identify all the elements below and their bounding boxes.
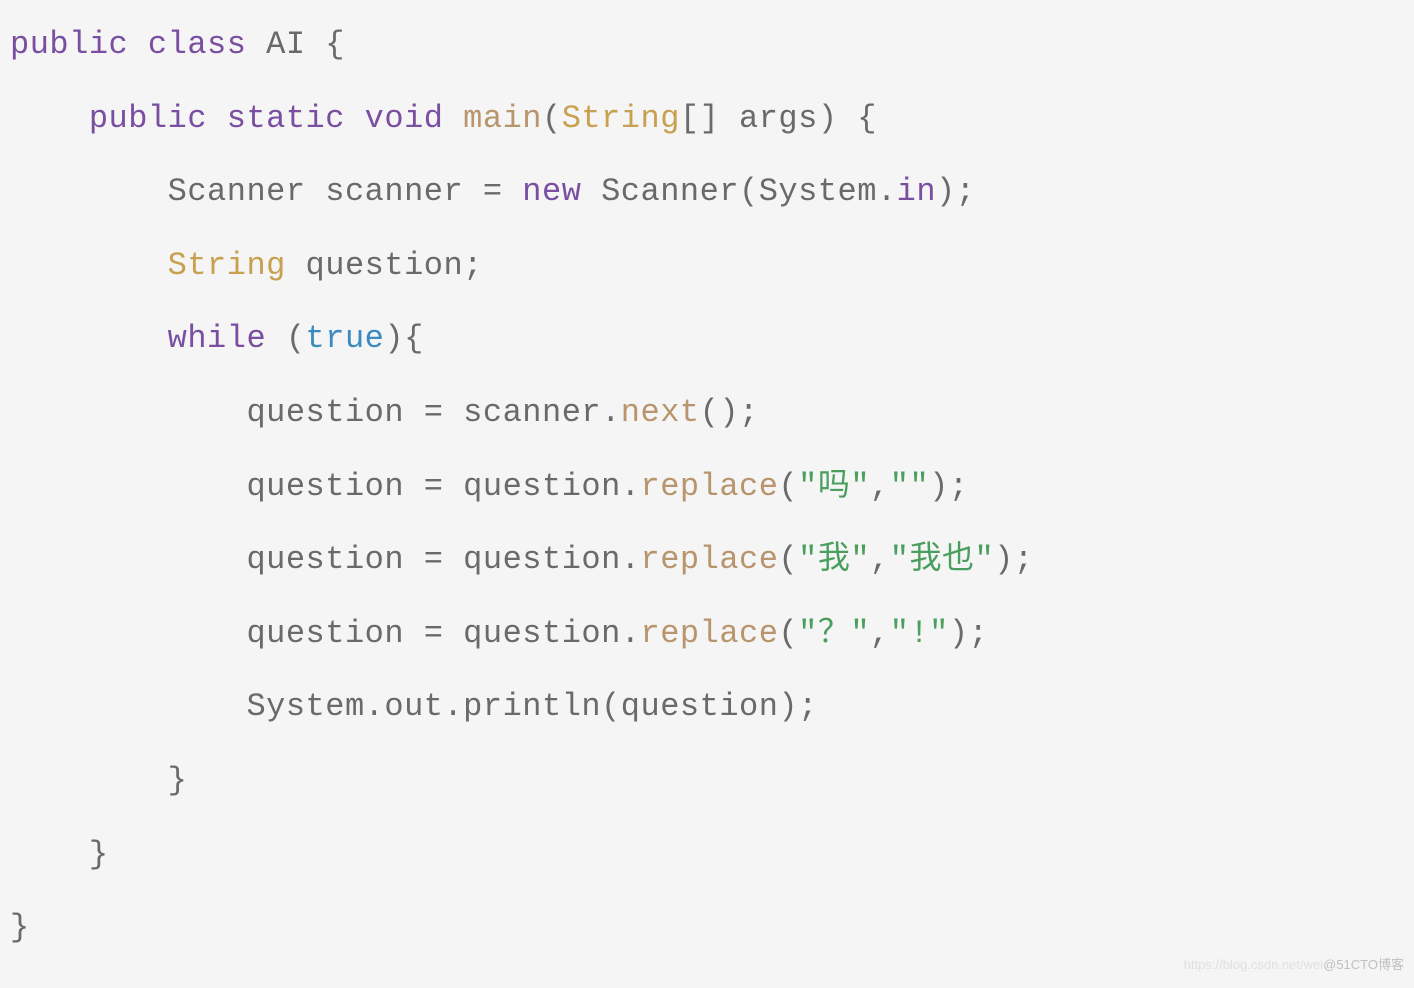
indent: [10, 394, 246, 431]
watermark: https://blog.csdn.net/wei@51CTO博客: [1184, 950, 1404, 980]
text: question = question.: [246, 615, 640, 652]
type-string: String: [562, 100, 680, 137]
literal-true: true: [306, 320, 385, 357]
classname: AI: [266, 26, 305, 63]
code-line-8: question = question.replace("我","我也");: [10, 523, 1404, 597]
text: ();: [700, 394, 759, 431]
keyword-class: class: [148, 26, 247, 63]
indent: [10, 100, 89, 137]
brace: }: [168, 762, 188, 799]
watermark-light: https://blog.csdn.net/wei: [1184, 957, 1323, 972]
indent: [10, 468, 246, 505]
paren: (: [542, 100, 562, 137]
code-block: public class AI { public static void mai…: [10, 8, 1404, 965]
indent: [10, 541, 246, 578]
text: );: [949, 615, 988, 652]
paren: (: [778, 541, 798, 578]
code-line-6: question = scanner.next();: [10, 376, 1404, 450]
indent: [10, 836, 89, 873]
string-literal: "我": [798, 541, 870, 578]
string-literal: "？": [798, 615, 870, 652]
indent: [10, 688, 246, 725]
keyword-static: static: [227, 100, 345, 137]
paren: (: [266, 320, 305, 357]
method-main: main: [463, 100, 542, 137]
method-replace: replace: [641, 541, 779, 578]
keyword-public: public: [10, 26, 128, 63]
string-literal: "我也": [890, 541, 994, 578]
text: );: [936, 173, 975, 210]
text: Scanner scanner =: [168, 173, 523, 210]
brace: }: [10, 909, 30, 946]
text: );: [929, 468, 968, 505]
string-literal: "吗": [798, 468, 870, 505]
comma: ,: [870, 615, 890, 652]
paren: (: [778, 615, 798, 652]
text: question = question.: [246, 468, 640, 505]
watermark-dark: @51CTO博客: [1323, 957, 1404, 972]
text: question = scanner.: [246, 394, 620, 431]
keyword-new: new: [522, 173, 581, 210]
indent: [10, 173, 168, 210]
text: System.out.println(question);: [246, 688, 817, 725]
paren: (: [778, 468, 798, 505]
brace: {: [306, 26, 345, 63]
brace: }: [89, 836, 109, 873]
text: question;: [286, 247, 483, 284]
string-literal: "": [890, 468, 929, 505]
args: [] args) {: [680, 100, 877, 137]
type-string: String: [168, 247, 286, 284]
indent: [10, 247, 168, 284]
code-line-10: System.out.println(question);: [10, 670, 1404, 744]
indent: [10, 615, 246, 652]
method-next: next: [621, 394, 700, 431]
code-line-7: question = question.replace("吗","");: [10, 450, 1404, 524]
text: Scanner(System.: [581, 173, 896, 210]
comma: ,: [870, 468, 890, 505]
string-literal: "!": [890, 615, 949, 652]
indent: [10, 320, 168, 357]
keyword-while: while: [168, 320, 267, 357]
code-line-9: question = question.replace("？","!");: [10, 597, 1404, 671]
keyword-void: void: [365, 100, 444, 137]
code-line-1: public class AI {: [10, 8, 1404, 82]
text: question = question.: [246, 541, 640, 578]
text: ){: [384, 320, 423, 357]
code-line-4: String question;: [10, 229, 1404, 303]
field-in: in: [897, 173, 936, 210]
code-line-12: }: [10, 818, 1404, 892]
keyword-public: public: [89, 100, 207, 137]
code-line-2: public static void main(String[] args) {: [10, 82, 1404, 156]
text: );: [994, 541, 1033, 578]
indent: [10, 762, 168, 799]
method-replace: replace: [641, 468, 779, 505]
code-line-3: Scanner scanner = new Scanner(System.in)…: [10, 155, 1404, 229]
method-replace: replace: [641, 615, 779, 652]
code-line-11: }: [10, 744, 1404, 818]
code-line-5: while (true){: [10, 302, 1404, 376]
comma: ,: [870, 541, 890, 578]
